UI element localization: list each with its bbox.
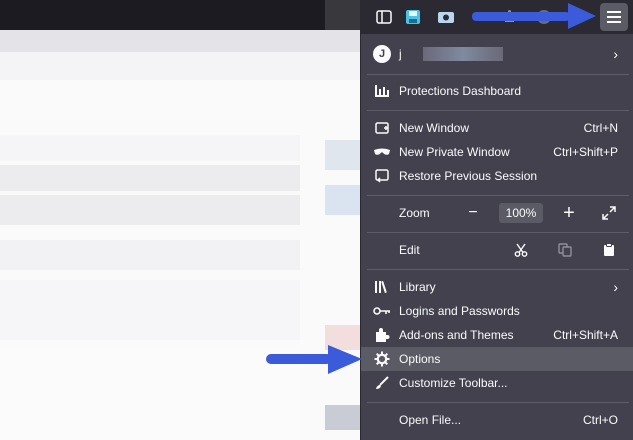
menu-item-label: New Private Window [399,145,510,159]
blurred-row [0,195,300,225]
zoom-in-button[interactable]: + [557,202,581,224]
app-menu: J j › Protections Dashboard New Window C… [360,34,633,440]
background-page [0,80,360,440]
blurred-row [325,140,360,170]
puzzle-icon [373,326,391,344]
new-window-icon [373,119,391,137]
menu-item-restore-session[interactable]: Restore Previous Session [361,164,633,188]
cut-icon[interactable] [509,239,533,261]
account-name: j [399,47,402,61]
shortcut: Ctrl+N [583,121,618,135]
save-icon[interactable] [403,7,423,27]
blurred-region [0,0,330,30]
blurred-region [325,0,360,30]
menu-item-label: Library [399,280,436,294]
menu-item-label: Customize Toolbar... [399,376,508,390]
menu-item-addons[interactable]: Add-ons and Themes Ctrl+Shift+A [361,323,633,347]
blurred-row [0,350,300,440]
blurred-region [0,30,360,52]
menu-separator [367,269,629,270]
blurred-row [0,240,300,270]
account-row[interactable]: J j › [361,42,633,66]
annotation-arrow [472,3,596,29]
gear-icon [373,350,391,368]
annotation-arrow [266,345,362,374]
menu-item-label: Add-ons and Themes [399,328,514,342]
protections-chart-icon [373,82,391,100]
edit-row: Edit [361,238,633,262]
menu-separator [367,110,629,111]
blurred-row [0,280,300,340]
blurred-row [325,405,360,430]
menu-item-library[interactable]: Library › [361,275,633,299]
shortcut: Ctrl+O [582,413,618,427]
avatar: J [373,45,391,63]
chevron-right-icon: › [613,279,618,295]
private-mask-icon [373,143,391,161]
menu-item-protections[interactable]: Protections Dashboard [361,79,633,103]
menu-item-label: Open File... [399,413,462,427]
menu-item-logins[interactable]: Logins and Passwords [361,299,633,323]
account-email-redacted [423,47,503,61]
library-icon [373,278,391,296]
zoom-row: Zoom − 100% + [361,201,633,225]
chevron-right-icon: › [613,46,618,62]
blurred-row [0,165,300,191]
blurred-row [325,185,360,215]
background-title-bar [0,0,360,30]
zoom-reset-button[interactable]: 100% [499,203,543,223]
menu-item-options[interactable]: Options [361,347,633,371]
menu-separator [367,232,629,233]
blurred-row [0,135,300,161]
background-subheader [0,52,360,80]
menu-item-new-window[interactable]: New Window Ctrl+N [361,116,633,140]
menu-item-open-file[interactable]: Open File... Ctrl+O [361,408,633,432]
zoom-label: Zoom [399,206,430,220]
menu-separator [367,74,629,75]
shortcut: Ctrl+Shift+A [553,328,618,342]
menu-item-label: New Window [399,121,470,135]
menu-item-label: Restore Previous Session [399,169,538,183]
fullscreen-icon[interactable] [597,202,621,224]
paste-icon[interactable] [597,239,621,261]
shortcut: Ctrl+Shift+P [553,145,618,159]
menu-item-label: Protections Dashboard [399,84,522,98]
background-tab-strip [0,30,360,53]
paintbrush-icon [373,374,391,392]
edit-label: Edit [399,243,420,257]
key-icon [373,302,391,320]
sidebar-icon[interactable] [374,7,394,27]
copy-icon[interactable] [553,239,577,261]
toolbar [360,0,633,34]
restore-session-icon [373,167,391,185]
screenshot-icon[interactable] [436,7,456,27]
hamburger-menu-icon[interactable] [600,3,628,31]
menu-item-label: Options [399,352,441,366]
menu-separator [367,402,629,403]
menu-item-new-private-window[interactable]: New Private Window Ctrl+Shift+P [361,140,633,164]
menu-item-customize-toolbar[interactable]: Customize Toolbar... [361,371,633,395]
menu-separator [367,195,629,196]
zoom-out-button[interactable]: − [461,202,485,224]
menu-item-label: Logins and Passwords [399,304,520,318]
